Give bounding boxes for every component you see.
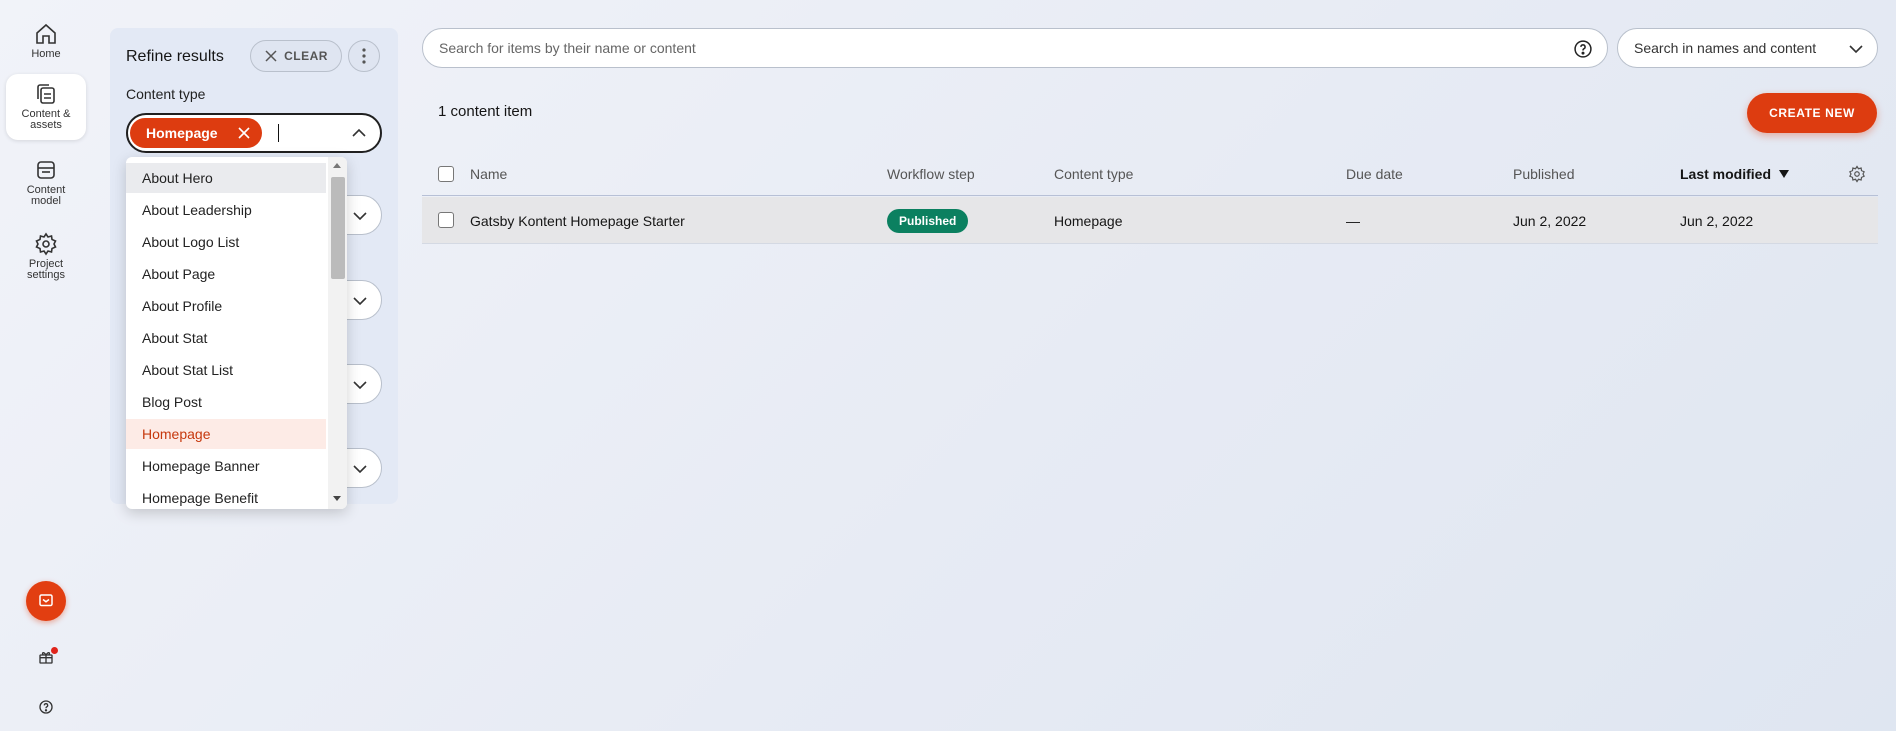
nav-label-project-settings: Project settings — [27, 258, 65, 281]
content-type-label: Content type — [126, 86, 206, 102]
dropdown-option[interactable]: About Logo List — [126, 227, 326, 257]
row-published: Jun 2, 2022 — [1513, 212, 1587, 229]
dropdown-option[interactable]: Blog Post — [126, 387, 326, 417]
text-caret — [278, 124, 279, 142]
clear-filters-button[interactable]: CLEAR — [250, 40, 342, 72]
chat-icon — [39, 594, 53, 607]
nav-label-home: Home — [31, 48, 61, 60]
column-workflow-step[interactable]: Workflow step — [887, 152, 975, 196]
search-scope-select[interactable]: Search in names and content — [1617, 28, 1878, 68]
status-badge: Published — [887, 208, 969, 233]
filter-title: Refine results — [126, 48, 224, 65]
dropdown-option[interactable]: About Stat — [126, 323, 326, 353]
table-header: Name Workflow step Content type Due date… — [422, 152, 1878, 196]
dropdown-option[interactable]: Homepage Banner — [126, 451, 326, 481]
create-new-button[interactable]: CREATE NEW — [1747, 93, 1877, 133]
dropdown-option[interactable]: Homepage Benefit — [126, 483, 326, 509]
gear-icon — [35, 232, 57, 256]
chevron-down-icon — [1849, 45, 1863, 54]
column-last-modified[interactable]: Last modified — [1680, 152, 1790, 196]
chevron-down-icon — [353, 381, 367, 390]
dropdown-option[interactable]: About Leadership — [126, 195, 326, 225]
dropdown-option[interactable]: About Page — [126, 259, 326, 289]
column-settings-gear-icon[interactable] — [1848, 165, 1866, 183]
row-last-modified: Jun 2, 2022 — [1680, 212, 1754, 229]
chevron-down-icon — [353, 297, 367, 306]
more-options-button[interactable] — [348, 40, 380, 72]
notification-dot — [51, 647, 58, 654]
help-icon — [39, 700, 53, 714]
dropdown-option[interactable]: Homepage — [126, 419, 326, 449]
left-nav: Home Content & assets Content model Proj… — [0, 0, 92, 731]
sort-desc-icon — [1779, 170, 1790, 178]
row-workflow: Published — [887, 197, 969, 244]
nav-item-content-model[interactable]: Content model — [6, 150, 86, 210]
scroll-down-icon[interactable] — [333, 496, 341, 501]
table-row[interactable]: Gatsby Kontent Homepage Starter Publishe… — [422, 197, 1878, 244]
home-icon — [36, 23, 56, 44]
more-vertical-icon — [362, 48, 366, 64]
search-scope-value: Search in names and content — [1634, 40, 1817, 56]
nav-label-content-assets: Content & assets — [21, 108, 71, 131]
close-icon — [265, 50, 277, 62]
column-due-date[interactable]: Due date — [1346, 152, 1403, 196]
content-assets-icon — [37, 84, 55, 104]
help-button[interactable] — [26, 697, 66, 717]
row-content-type: Homepage — [1054, 212, 1123, 229]
column-published[interactable]: Published — [1513, 152, 1575, 196]
scrollbar-thumb[interactable] — [331, 177, 345, 279]
dropdown-option[interactable]: About Stat List — [126, 355, 326, 385]
row-due-date: — — [1346, 212, 1360, 229]
nav-item-home[interactable]: Home — [6, 14, 86, 66]
search-bar — [422, 28, 1608, 68]
search-help-icon[interactable] — [1573, 39, 1593, 59]
column-name[interactable]: Name — [470, 152, 507, 196]
dropdown-option[interactable]: About Hero — [126, 163, 326, 193]
dropdown-option[interactable]: About Profile — [126, 291, 326, 321]
select-all-checkbox[interactable] — [438, 166, 454, 182]
chat-button[interactable] — [26, 581, 66, 621]
chevron-down-icon — [353, 465, 367, 474]
nav-item-content-assets[interactable]: Content & assets — [6, 74, 86, 140]
row-checkbox[interactable] — [438, 212, 454, 228]
tag-label: Homepage — [146, 125, 218, 141]
selected-content-type-tag: Homepage — [130, 118, 262, 148]
search-input[interactable] — [439, 38, 1539, 58]
item-count: 1 content item — [438, 103, 533, 120]
nav-label-content-model: Content model — [26, 184, 66, 207]
column-last-modified-label: Last modified — [1680, 166, 1772, 182]
dropdown-scrollbar[interactable] — [328, 157, 347, 509]
content-type-select[interactable]: Homepage — [126, 113, 382, 153]
nav-item-project-settings[interactable]: Project settings — [6, 224, 86, 284]
scroll-up-icon[interactable] — [333, 163, 341, 168]
column-content-type[interactable]: Content type — [1054, 152, 1133, 196]
clear-label: CLEAR — [284, 49, 328, 63]
content-type-dropdown[interactable]: About Hero About Leadership About Logo Lis… — [126, 157, 347, 509]
content-model-icon — [37, 161, 55, 179]
whats-new-button[interactable] — [26, 647, 66, 667]
remove-tag-icon[interactable] — [236, 125, 252, 141]
chevron-up-icon[interactable] — [352, 127, 366, 139]
row-name[interactable]: Gatsby Kontent Homepage Starter — [470, 197, 685, 244]
chevron-down-icon — [353, 212, 367, 221]
